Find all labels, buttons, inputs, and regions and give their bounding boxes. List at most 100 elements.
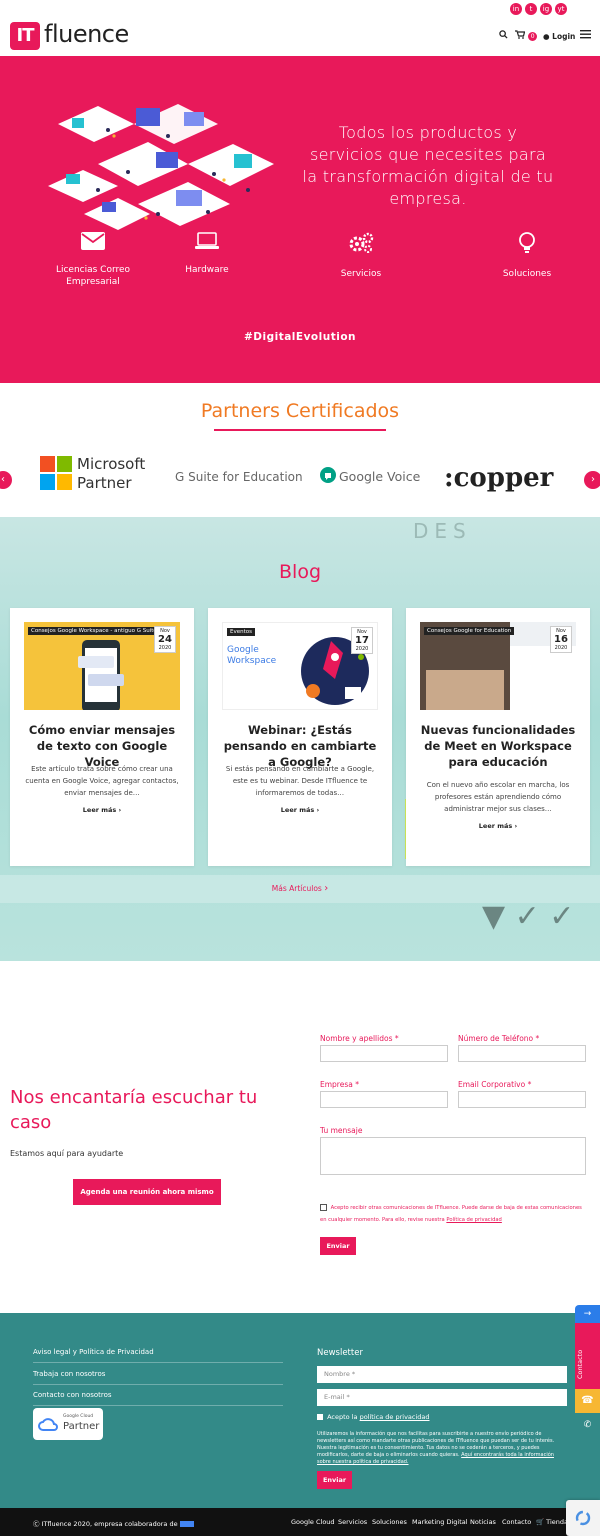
message-field[interactable]	[320, 1137, 586, 1175]
meet-participants-panel	[510, 646, 576, 710]
blog-card-image[interactable]: Consejos Google for Education Nov 16 202…	[420, 622, 576, 710]
phone-icon: ☎	[581, 1395, 594, 1406]
contact-section: Nos encantaría escuchar tu caso Estamos …	[0, 961, 600, 1313]
google-voice-icon	[320, 467, 336, 483]
email-field[interactable]	[458, 1091, 586, 1108]
newsletter-email-input[interactable]: E-mail *	[317, 1389, 567, 1406]
blog-card-image[interactable]: Google Workspace Eventos Nov 17 2020	[222, 622, 378, 710]
blog-title: Blog	[279, 561, 321, 583]
date-year: 2020	[355, 646, 369, 652]
phone-illustration	[78, 640, 124, 710]
more-articles-label: Más Artículos	[271, 884, 322, 893]
logo-text[interactable]: fluence	[44, 20, 129, 48]
side-contact-tab[interactable]: Contacto	[575, 1323, 600, 1389]
blog-card-category[interactable]: Eventos	[227, 628, 255, 636]
blog-card[interactable]: Consejos Google Workspace - antiguo G Su…	[10, 608, 194, 866]
consent-checkbox[interactable]	[320, 1204, 327, 1211]
cart-button[interactable]: 0	[515, 30, 538, 42]
shop-label: Tienda	[546, 1518, 568, 1526]
newsletter-name-input[interactable]: Nombre *	[317, 1366, 567, 1383]
instagram-icon[interactable]: ig	[540, 3, 552, 15]
login-link[interactable]: ● Login	[543, 32, 575, 41]
footer-link-legal[interactable]: Aviso legal y Política de Privacidad	[33, 1348, 283, 1363]
footer-link-contact[interactable]: Contacto con nosotros	[33, 1391, 283, 1406]
youtube-icon[interactable]: yt	[555, 3, 567, 15]
side-arrow-button[interactable]: →	[575, 1305, 600, 1323]
feature-label: Licencias Correo Empresarial	[55, 265, 131, 287]
side-phone-button[interactable]: ☎	[575, 1389, 600, 1413]
blog-card-image[interactable]: Consejos Google Workspace - antiguo G Su…	[24, 622, 180, 710]
feature-hardware[interactable]: Hardware	[152, 232, 262, 276]
isometric-illustration	[48, 104, 274, 230]
login-label: Login	[552, 32, 576, 41]
meet-video-tile	[426, 670, 504, 710]
phone-field[interactable]	[458, 1045, 586, 1062]
name-label: Nombre y apellidos *	[320, 1034, 399, 1043]
contact-submit-button[interactable]: Enviar	[320, 1237, 356, 1255]
feature-label: Hardware	[185, 265, 229, 275]
message-label: Tu mensaje	[320, 1126, 363, 1135]
envelope-icon	[81, 232, 105, 250]
google-cloud-partner-badge: Google Cloud Partner	[33, 1408, 103, 1440]
chevron-left-icon: ‹	[1, 474, 5, 485]
chevron-right-icon: ›	[316, 806, 320, 814]
schedule-meeting-button[interactable]: Agenda una reunión ahora mismo	[73, 1179, 221, 1205]
read-more-link[interactable]: Leer más ›	[10, 806, 194, 814]
blog-card-title[interactable]: Nuevas funcionalidades de Meet en Worksp…	[416, 722, 580, 770]
more-articles-link[interactable]: Más Artículos ›	[0, 883, 600, 894]
partners-section: Partners Certificados ‹ › Microsoft Part…	[0, 383, 600, 517]
linkedin-icon[interactable]: in	[510, 3, 522, 15]
newsletter-consent-text: Acepto la	[327, 1413, 358, 1421]
side-whatsapp-button[interactable]: ✆	[575, 1413, 600, 1437]
newsletter-consent-row: Acepto la política de privacidad	[317, 1413, 430, 1421]
read-more-link[interactable]: Leer más ›	[406, 822, 590, 830]
privacy-policy-link[interactable]: Política de privacidad	[446, 1217, 501, 1223]
blog-card-date: Nov 24 2020	[154, 626, 176, 653]
whatsapp-icon: ✆	[583, 1420, 592, 1430]
blog-card[interactable]: Consejos Google for Education Nov 16 202…	[406, 608, 590, 866]
partner-text: Partner	[77, 474, 132, 492]
feature-label: Soluciones	[502, 269, 552, 279]
blog-card-excerpt: Este artículo trata sobre cómo crear una…	[25, 765, 179, 797]
hero-title: Todos los productos y servicios que nece…	[302, 123, 554, 208]
blog-card[interactable]: Google Workspace Eventos Nov 17 2020 Web…	[208, 608, 392, 866]
logo-mark[interactable]: IT	[10, 22, 40, 50]
bottom-link-news[interactable]: Noticias	[470, 1518, 496, 1526]
date-day: 17	[355, 635, 369, 646]
search-icon[interactable]	[499, 30, 508, 42]
feature-email-licenses[interactable]: Licencias Correo Empresarial	[38, 232, 148, 288]
blog-card-category[interactable]: Consejos Google for Education	[424, 627, 515, 635]
company-field[interactable]	[320, 1091, 448, 1108]
cart-count-badge: 0	[528, 31, 538, 41]
carousel-prev-button[interactable]: ‹	[0, 471, 12, 489]
bottom-link-services[interactable]: Servicios	[338, 1518, 367, 1526]
arrow-right-icon: →	[583, 1309, 592, 1319]
google-voice-text: Google Voice	[339, 469, 421, 484]
blog-card-date: Nov 16 2020	[550, 626, 572, 653]
blog-card-excerpt: Si estás pensando en cambiarte a Google,…	[225, 765, 375, 797]
bottom-link-shop[interactable]: 🛒 Tienda	[536, 1518, 568, 1526]
feature-label: Servicios	[340, 269, 382, 279]
feature-services[interactable]: Servicios	[306, 232, 416, 280]
date-day: 16	[554, 634, 568, 645]
name-field[interactable]	[320, 1045, 448, 1062]
bottom-link-solutions[interactable]: Soluciones	[372, 1518, 407, 1526]
footer-link-jobs[interactable]: Trabaja con nosotros	[33, 1370, 283, 1385]
carousel-next-button[interactable]: ›	[584, 471, 600, 489]
bottom-link-google-cloud[interactable]: Google Cloud	[291, 1518, 335, 1526]
background-decoration: DES	[413, 519, 472, 543]
newsletter-consent-checkbox[interactable]	[317, 1414, 323, 1420]
hamburger-menu-icon[interactable]	[580, 29, 591, 42]
side-contact-label: Contacto	[576, 1349, 584, 1379]
bottom-link-digital-marketing[interactable]: Marketing Digital	[412, 1518, 468, 1526]
twitter-icon[interactable]: t	[525, 3, 537, 15]
feature-solutions[interactable]: Soluciones	[472, 232, 582, 280]
blog-card-category[interactable]: Consejos Google Workspace - antiguo G Su…	[28, 627, 160, 635]
newsletter-submit-button[interactable]: Enviar	[317, 1471, 352, 1489]
blog-section: DES ▼ ✓ ✓ Blog Consejos Google Workspace…	[0, 517, 600, 961]
chevron-right-icon: ›	[514, 822, 518, 830]
bottom-link-contact[interactable]: Contacto	[502, 1518, 531, 1526]
recaptcha-badge[interactable]	[566, 1500, 600, 1536]
read-more-link[interactable]: Leer más ›	[208, 806, 392, 814]
newsletter-privacy-link[interactable]: política de privacidad	[360, 1413, 430, 1421]
